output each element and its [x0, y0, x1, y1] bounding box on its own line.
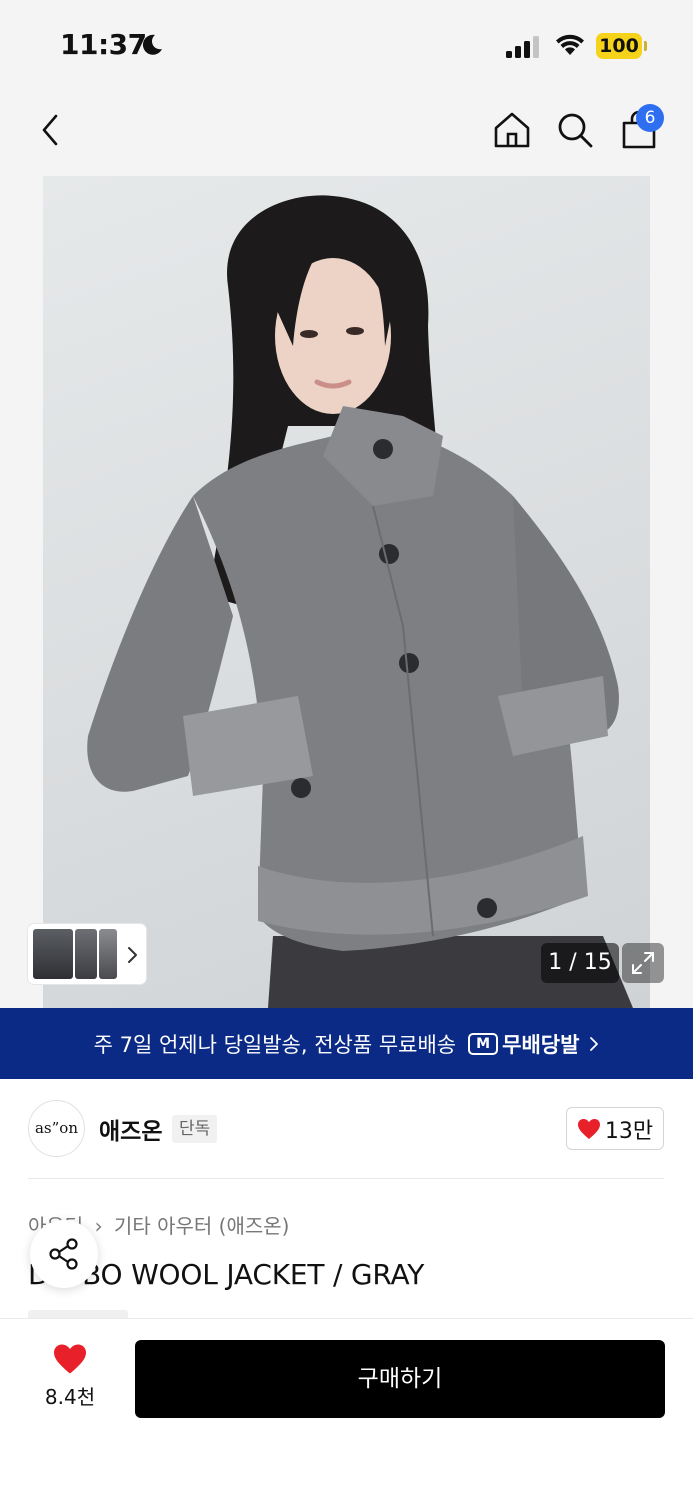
battery-cap: [644, 41, 647, 51]
buy-button[interactable]: 구매하기: [135, 1340, 665, 1418]
thumbnail-1[interactable]: [33, 929, 73, 979]
status-time: 11:37: [60, 28, 147, 61]
image-page-counter: 1 / 15: [541, 943, 619, 983]
search-button[interactable]: [553, 108, 597, 152]
brand-name[interactable]: 애즈온: [99, 1112, 162, 1146]
divider: [28, 1178, 664, 1179]
wifi-icon: [556, 34, 584, 55]
truck-logo-icon: M: [468, 1032, 499, 1055]
wishlist-button[interactable]: 8.4천: [30, 1343, 110, 1415]
share-icon: [49, 1238, 78, 1270]
home-icon: [494, 112, 530, 148]
brand-logo[interactable]: as”on: [28, 1100, 85, 1157]
status-bar: 11:37 100: [0, 0, 693, 90]
chevron-right-icon: [590, 1036, 599, 1051]
promo-logo-text: 무배당발: [502, 1032, 580, 1057]
model-wearing-jacket-image: [87, 195, 633, 1008]
search-icon: [558, 113, 593, 148]
expand-icon: [632, 952, 654, 974]
home-button[interactable]: [490, 108, 534, 152]
cellular-signal-icon: [506, 36, 539, 58]
promo-text: 주 7일 언제나 당일발송, 전상품 무료배송: [93, 1032, 457, 1057]
breadcrumb-separator-icon: ›: [94, 1214, 103, 1238]
battery-indicator: 100: [596, 33, 642, 59]
breadcrumb-subcategory[interactable]: 기타 아우터 (애즈온): [114, 1214, 290, 1238]
brand-like-count: 13만: [604, 1118, 654, 1144]
wishlist-count: 8.4천: [44, 1385, 96, 1409]
chevron-left-icon: [42, 114, 58, 146]
top-nav-bar: [0, 90, 693, 176]
free-shipping-banner[interactable]: 주 7일 언제나 당일발송, 전상품 무료배송 M 무배당발: [0, 1008, 693, 1079]
expand-image-button[interactable]: [622, 943, 664, 983]
thumbnail-2[interactable]: [75, 929, 97, 979]
share-button[interactable]: [30, 1220, 98, 1288]
heart-icon: [54, 1344, 86, 1374]
heart-icon: [577, 1118, 600, 1139]
exclusive-badge: 단독: [172, 1115, 218, 1143]
cart-count-badge: 6: [636, 104, 664, 132]
chevron-right-icon[interactable]: [124, 944, 140, 966]
moon-icon: [142, 34, 162, 55]
brand-like-button[interactable]: 13만: [566, 1107, 664, 1150]
promo-logo: M 무배당발: [468, 1029, 579, 1059]
back-button[interactable]: [28, 108, 72, 152]
thumbnail-3[interactable]: [99, 929, 117, 979]
product-photo[interactable]: [43, 176, 650, 1008]
